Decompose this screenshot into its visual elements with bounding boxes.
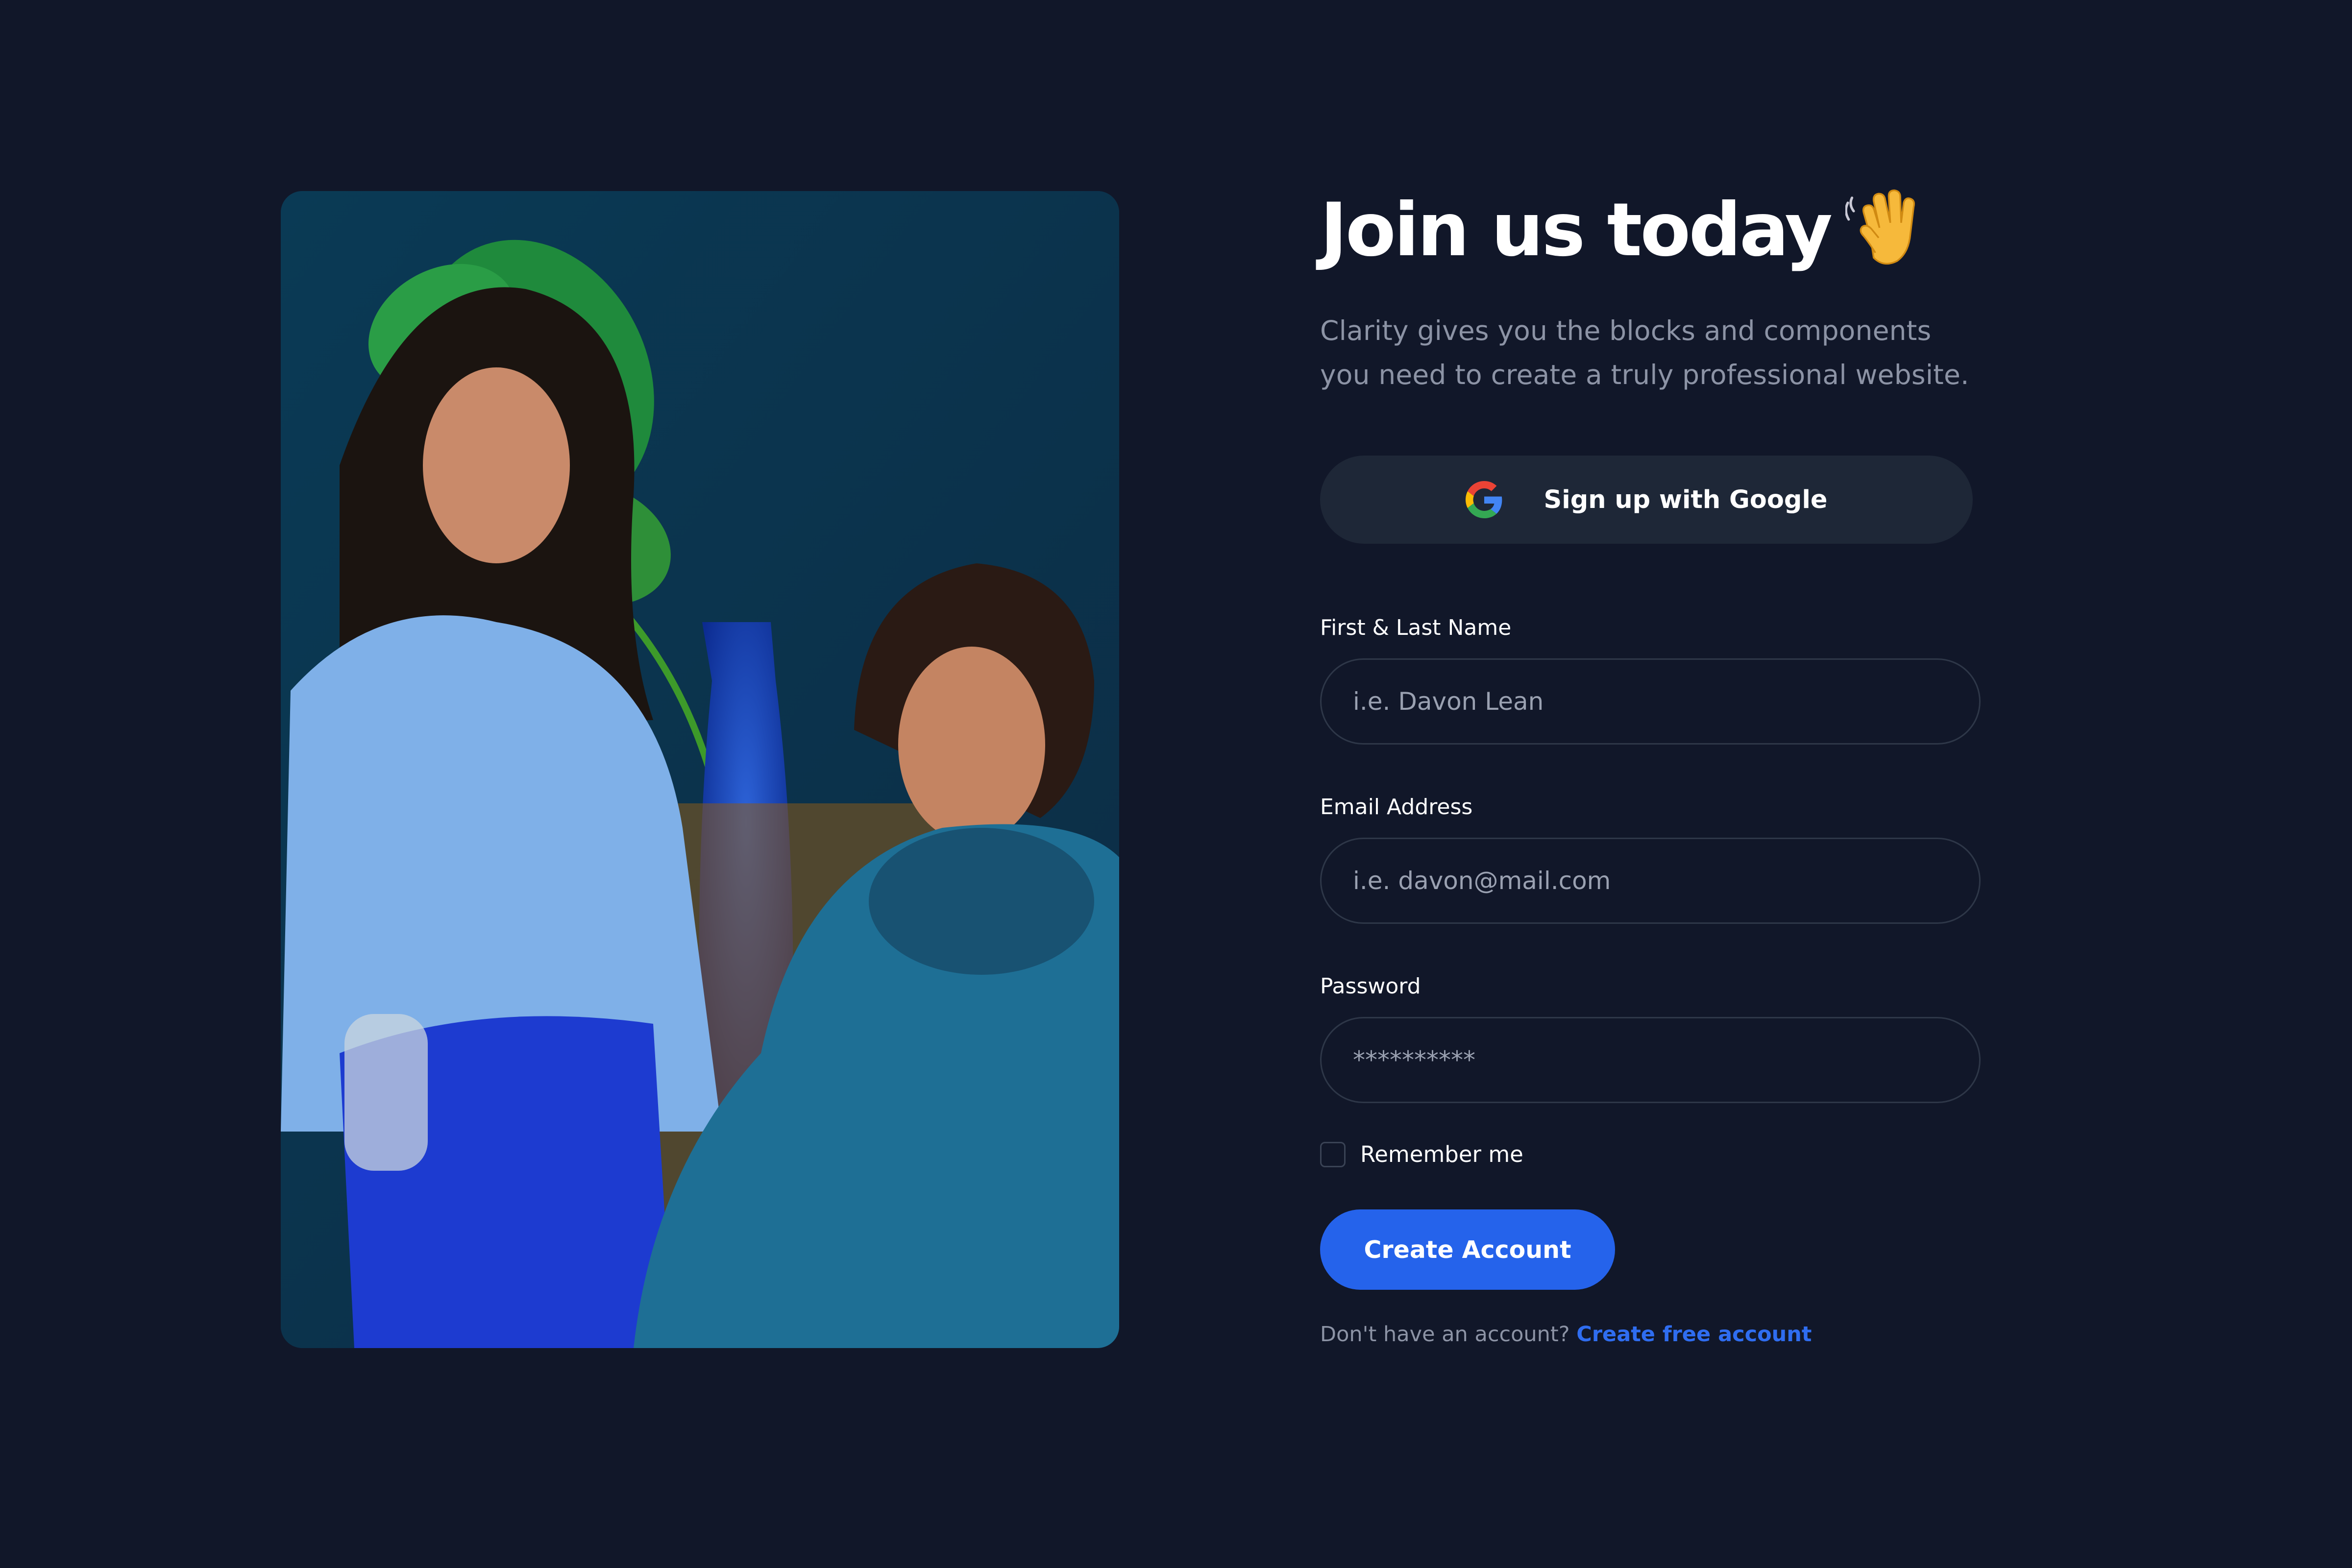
email-input[interactable] <box>1320 838 1981 924</box>
password-input[interactable] <box>1320 1017 1981 1103</box>
hero-photo <box>281 191 1119 1348</box>
email-label: Email Address <box>1320 795 1473 820</box>
password-label: Password <box>1320 974 1421 999</box>
name-input[interactable] <box>1320 658 1981 745</box>
google-logo-icon <box>1465 481 1502 518</box>
remember-me-checkbox[interactable] <box>1320 1141 1346 1167</box>
google-signup-button[interactable]: Sign up with Google <box>1320 456 1973 544</box>
create-account-button[interactable]: Create Account <box>1320 1209 1615 1290</box>
footer-prompt-line: Don't have an account? Create free accou… <box>1320 1322 1986 1347</box>
create-free-account-link[interactable]: Create free account <box>1576 1322 1812 1347</box>
password-field-group: Password <box>1320 976 1986 1103</box>
footer-prompt-text: Don't have an account? <box>1320 1322 1577 1347</box>
waving-hand-icon <box>1845 189 1915 265</box>
name-field-group: First & Last Name <box>1320 617 1986 745</box>
page-title: Join us today <box>1320 188 1833 273</box>
google-signup-label: Sign up with Google <box>1544 485 1828 514</box>
title-row: Join us today <box>1320 181 1986 279</box>
name-label: First & Last Name <box>1320 615 1512 640</box>
email-field-group: Email Address <box>1320 796 1986 924</box>
remember-me-label: Remember me <box>1360 1141 1523 1167</box>
remember-me-option[interactable]: Remember me <box>1320 1141 1986 1167</box>
page-subtitle: Clarity gives you the blocks and compone… <box>1320 315 1969 390</box>
two-women-photo-illustration <box>281 191 1119 1348</box>
signup-form: Join us today Clarity gives you the bloc… <box>1320 181 1986 1347</box>
